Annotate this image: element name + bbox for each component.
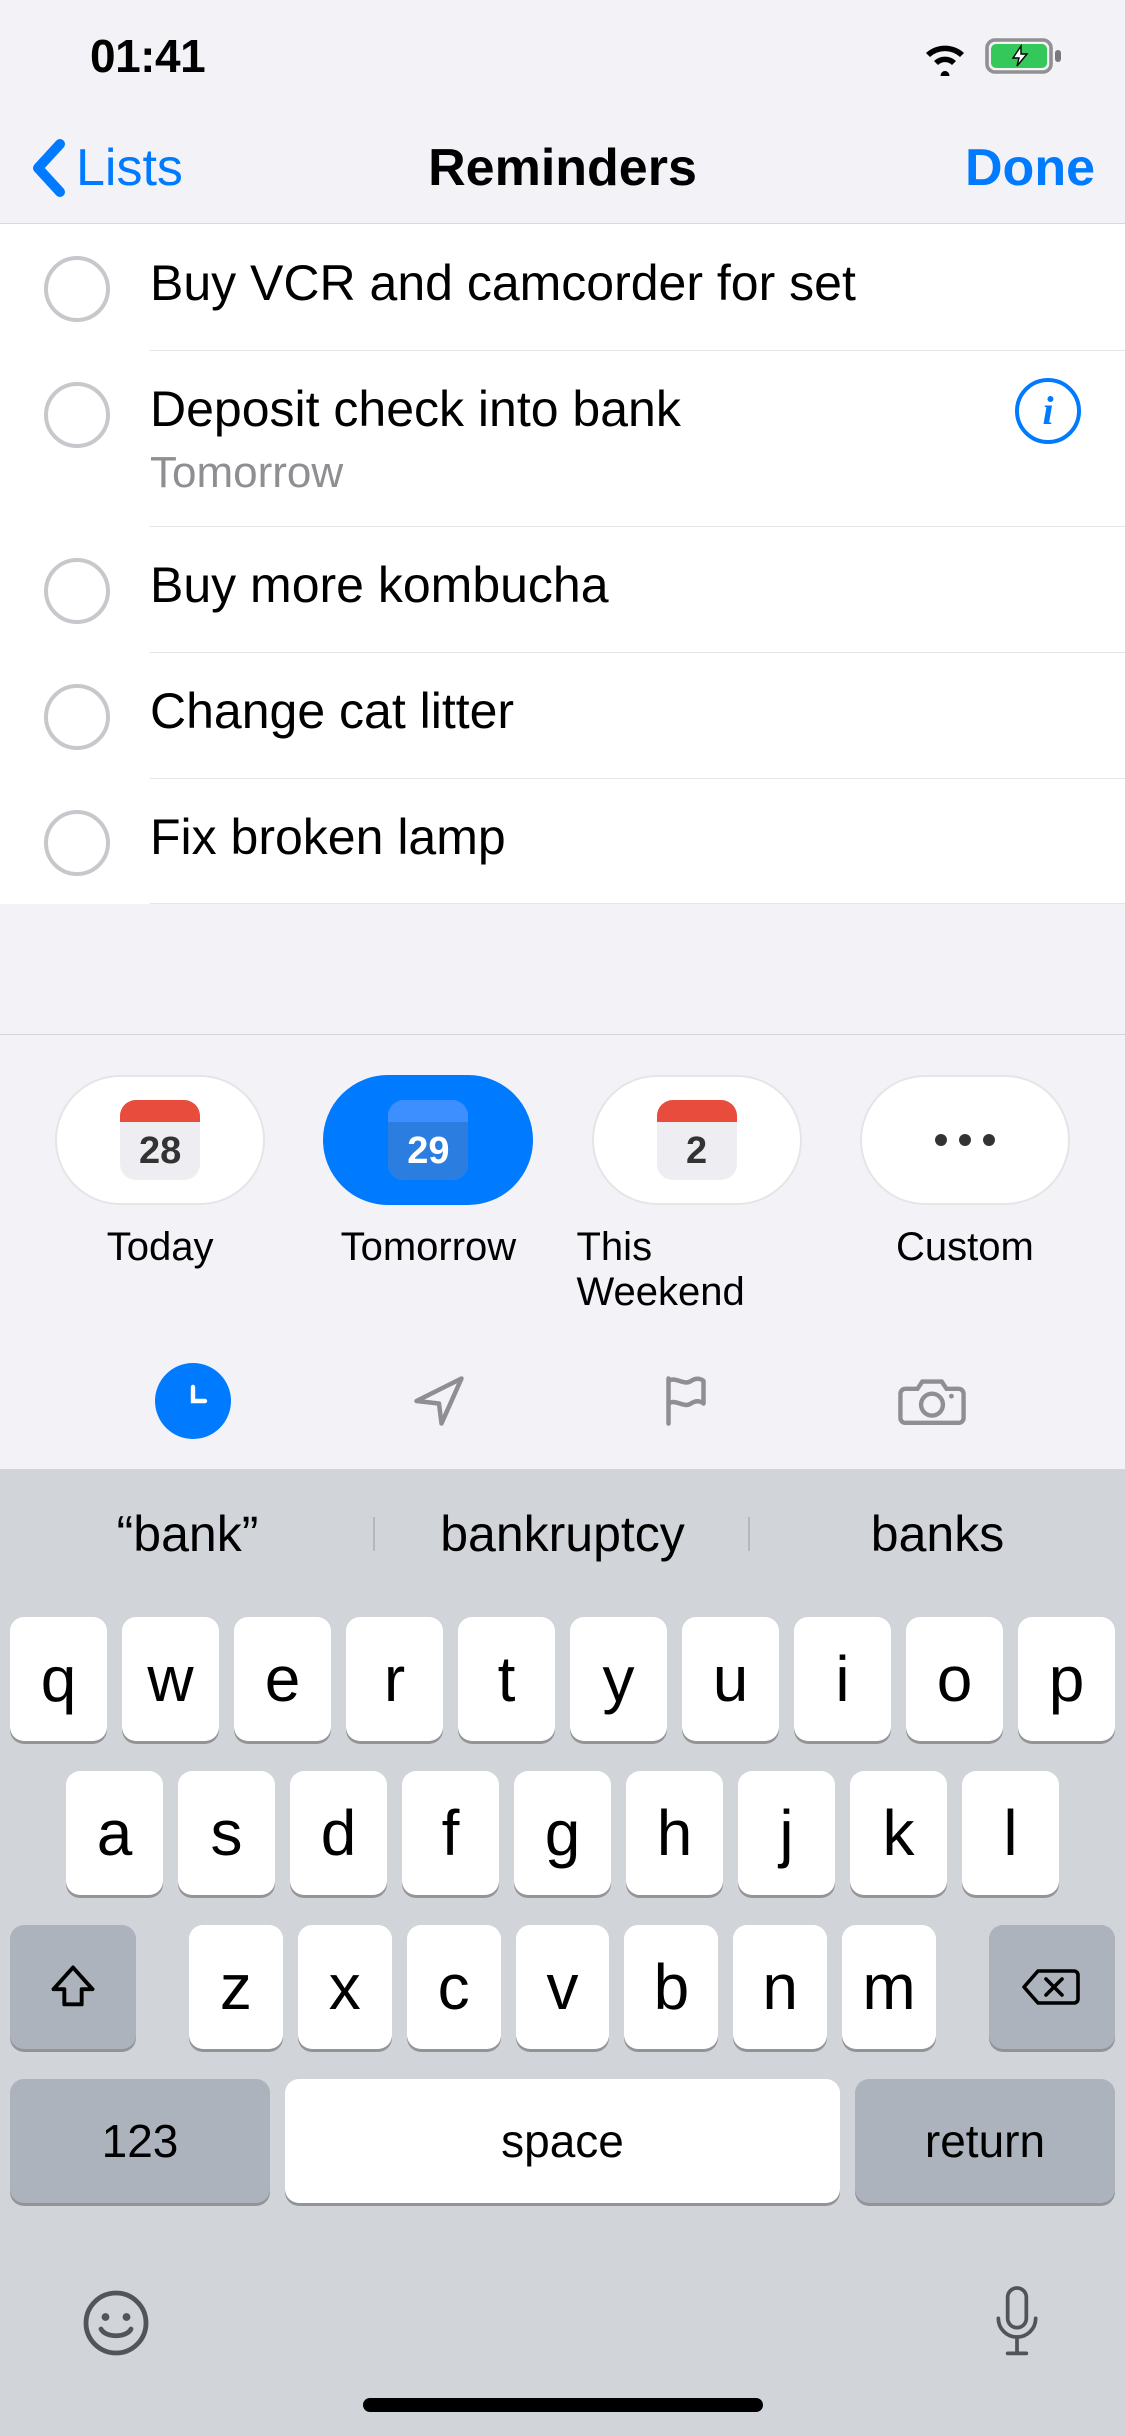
key-a[interactable]: a xyxy=(66,1771,163,1895)
location-tool-button[interactable] xyxy=(401,1363,477,1439)
key-row: asdfghjkl xyxy=(10,1771,1115,1895)
suggestion[interactable]: “bank” xyxy=(0,1505,375,1563)
key-m[interactable]: m xyxy=(842,1925,936,2049)
return-key[interactable]: return xyxy=(855,2079,1115,2203)
keyboard-suggestions: “bank” bankruptcy banks xyxy=(0,1469,1125,1599)
reminder-title: Buy VCR and camcorder for set xyxy=(150,252,1095,315)
reminder-title: Deposit check into bank xyxy=(150,378,995,441)
key-t[interactable]: t xyxy=(458,1617,555,1741)
reminder-complete-toggle[interactable] xyxy=(44,382,110,448)
reminder-item[interactable]: Fix broken lamp xyxy=(0,778,1125,904)
reminder-item[interactable]: Buy more kombucha xyxy=(0,526,1125,652)
date-chip-tomorrow[interactable]: 29 xyxy=(323,1075,533,1205)
key-k[interactable]: k xyxy=(850,1771,947,1895)
reminder-complete-toggle[interactable] xyxy=(44,684,110,750)
key-w[interactable]: w xyxy=(122,1617,219,1741)
more-icon xyxy=(935,1134,995,1146)
suggestion[interactable]: bankruptcy xyxy=(375,1505,750,1563)
dictation-button[interactable] xyxy=(989,2283,1045,2368)
chip-label: Custom xyxy=(896,1225,1034,1270)
key-row: qwertyuiop xyxy=(10,1617,1115,1741)
emoji-icon xyxy=(80,2287,152,2359)
suggestion[interactable]: banks xyxy=(750,1505,1125,1563)
reminder-complete-toggle[interactable] xyxy=(44,256,110,322)
nav-bar: Lists Reminders Done xyxy=(0,113,1125,224)
key-v[interactable]: v xyxy=(516,1925,610,2049)
key-b[interactable]: b xyxy=(624,1925,718,2049)
key-s[interactable]: s xyxy=(178,1771,275,1895)
key-h[interactable]: h xyxy=(626,1771,723,1895)
key-r[interactable]: r xyxy=(346,1617,443,1741)
location-arrow-icon xyxy=(409,1371,469,1431)
emoji-button[interactable] xyxy=(80,2287,152,2364)
microphone-icon xyxy=(989,2283,1045,2363)
key-f[interactable]: f xyxy=(402,1771,499,1895)
key-g[interactable]: g xyxy=(514,1771,611,1895)
reminder-complete-toggle[interactable] xyxy=(44,558,110,624)
key-p[interactable]: p xyxy=(1018,1617,1115,1741)
key-y[interactable]: y xyxy=(570,1617,667,1741)
chip-label: Tomorrow xyxy=(341,1225,517,1270)
key-x[interactable]: x xyxy=(298,1925,392,2049)
chevron-left-icon xyxy=(30,138,70,198)
shift-icon xyxy=(46,1961,100,2013)
calendar-icon: 28 xyxy=(120,1100,200,1180)
back-button[interactable]: Lists xyxy=(30,138,183,198)
home-indicator[interactable] xyxy=(363,2398,763,2412)
reminder-subtitle: Tomorrow xyxy=(150,448,995,498)
key-c[interactable]: c xyxy=(407,1925,501,2049)
date-chip-weekend[interactable]: 2 xyxy=(592,1075,802,1205)
reminder-complete-toggle[interactable] xyxy=(44,810,110,876)
info-icon[interactable]: i xyxy=(1015,378,1081,444)
reminder-title: Fix broken lamp xyxy=(150,806,1095,869)
backspace-icon xyxy=(1020,1963,1084,2011)
key-o[interactable]: o xyxy=(906,1617,1003,1741)
flag-tool-button[interactable] xyxy=(648,1363,724,1439)
back-label: Lists xyxy=(76,138,183,198)
key-j[interactable]: j xyxy=(738,1771,835,1895)
status-icons xyxy=(919,36,1065,76)
key-l[interactable]: l xyxy=(962,1771,1059,1895)
done-button[interactable]: Done xyxy=(965,138,1095,198)
key-e[interactable]: e xyxy=(234,1617,331,1741)
chip-label: This Weekend xyxy=(577,1225,817,1315)
clock-icon xyxy=(169,1377,217,1425)
key-q[interactable]: q xyxy=(10,1617,107,1741)
status-time: 01:41 xyxy=(90,29,205,83)
camera-icon xyxy=(898,1371,966,1431)
wifi-icon xyxy=(919,36,971,76)
page-title: Reminders xyxy=(428,138,697,198)
shift-key[interactable] xyxy=(10,1925,136,2049)
keyboard: “bank” bankruptcy banks qwertyuiop asdfg… xyxy=(0,1469,1125,2436)
key-z[interactable]: z xyxy=(189,1925,283,2049)
reminder-item[interactable]: Deposit check into bank Tomorrow i xyxy=(0,350,1125,527)
backspace-key[interactable] xyxy=(989,1925,1115,2049)
numeric-key[interactable]: 123 xyxy=(10,2079,270,2203)
reminder-title: Change cat litter xyxy=(150,680,1095,743)
key-i[interactable]: i xyxy=(794,1617,891,1741)
reminder-item[interactable]: Buy VCR and camcorder for set xyxy=(0,224,1125,350)
status-bar: 01:41 xyxy=(0,0,1125,113)
calendar-icon: 29 xyxy=(388,1100,468,1180)
date-chip-today[interactable]: 28 xyxy=(55,1075,265,1205)
quick-toolbar: 28 Today 29 Tomorrow 2 xyxy=(0,1034,1125,1469)
battery-charging-icon xyxy=(985,36,1065,76)
key-u[interactable]: u xyxy=(682,1617,779,1741)
reminder-item[interactable]: Change cat litter xyxy=(0,652,1125,778)
reminders-list: Buy VCR and camcorder for set Deposit ch… xyxy=(0,224,1125,905)
key-n[interactable]: n xyxy=(733,1925,827,2049)
space-key[interactable]: space xyxy=(285,2079,840,2203)
chip-label: Today xyxy=(107,1225,214,1270)
camera-tool-button[interactable] xyxy=(894,1363,970,1439)
reminder-title: Buy more kombucha xyxy=(150,554,1095,617)
key-d[interactable]: d xyxy=(290,1771,387,1895)
time-tool-button[interactable] xyxy=(155,1363,231,1439)
flag-icon xyxy=(656,1371,716,1431)
date-chip-custom[interactable] xyxy=(860,1075,1070,1205)
calendar-icon: 2 xyxy=(657,1100,737,1180)
key-row: zxcvbnm xyxy=(10,1925,1115,2049)
key-row: 123 space return xyxy=(10,2079,1115,2203)
